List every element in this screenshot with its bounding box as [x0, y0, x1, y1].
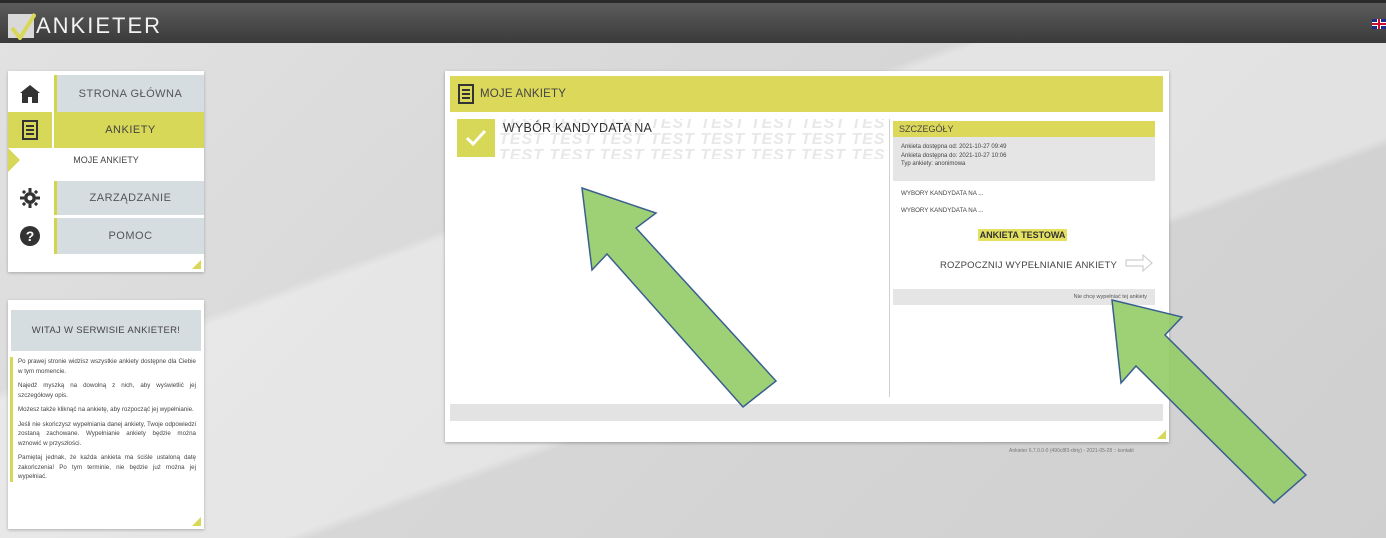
nav-subitem-my-surveys[interactable]: MOJE ANKIETY — [8, 148, 204, 172]
test-survey-text: ANKIETA TESTOWA — [977, 229, 1068, 241]
help-icon: ? — [8, 218, 52, 254]
top-bar: ANKIETER — [0, 0, 1386, 43]
panel-footer — [450, 404, 1163, 421]
welcome-paragraph: Pamiętaj jednak, że każda ankieta ma ści… — [18, 454, 196, 480]
logo-text: ANKIETER — [36, 13, 163, 38]
document-list-icon — [458, 84, 474, 104]
survey-details: SZCZEGÓŁY Ankieta dostępna od: 2021-10-2… — [889, 119, 1155, 397]
details-line: WYBORY KANDYDATA NA ... — [901, 190, 984, 197]
logo-check-icon — [8, 12, 36, 40]
available-from: 2021-10-27 09:49 — [959, 144, 1007, 150]
resize-corner-icon — [192, 517, 201, 526]
nav-item-home[interactable]: STRONA GŁÓWNA — [8, 75, 204, 112]
my-surveys-panel: MOJE ANKIETY TEST TEST TEST TEST TEST TE… — [445, 71, 1169, 442]
meta-label: Typ ankiety: — [901, 161, 934, 167]
check-icon — [457, 119, 495, 157]
welcome-title: WITAJ W SERWISIE ANKIETER! — [11, 310, 201, 351]
chevron-right-icon — [8, 148, 20, 172]
resize-corner-icon — [1157, 430, 1166, 439]
welcome-panel: WITAJ W SERWISIE ANKIETER! Po prawej str… — [8, 300, 204, 529]
logo[interactable]: ANKIETER — [8, 12, 163, 40]
nav-item-surveys[interactable]: ANKIETY — [8, 112, 204, 148]
welcome-paragraph: Jeśli nie skończysz wypełniania danej an… — [18, 420, 196, 447]
panel-title: MOJE ANKIETY — [480, 88, 567, 100]
uk-flag-icon[interactable] — [1372, 19, 1386, 29]
arrow-right-icon — [1125, 253, 1153, 277]
decline-survey-link[interactable]: Nie chcę wypełniać tej ankiety — [893, 289, 1155, 305]
test-survey-label: ANKIETA TESTOWA — [890, 229, 1155, 241]
survey-title: WYBÓR KANDYDATA NA — [503, 121, 652, 135]
nav-item-label: POMOC — [54, 218, 204, 254]
welcome-paragraph: Po prawej stronie widzisz wszystkie anki… — [18, 358, 196, 375]
nav-item-help[interactable]: ? POMOC — [8, 218, 204, 254]
meta-label: Ankieta dostępna do: — [901, 152, 958, 159]
nav-subitem-label: MOJE ANKIETY — [73, 155, 139, 165]
gear-icon — [8, 181, 52, 215]
welcome-text: Po prawej stronie widzisz wszystkie anki… — [10, 357, 196, 482]
panel-header: MOJE ANKIETY — [450, 76, 1163, 112]
nav-item-label: ANKIETY — [54, 112, 204, 148]
survey-list-item[interactable]: TEST TEST TEST TEST TEST TEST TEST TEST … — [457, 119, 887, 159]
survey-type: anonimowa — [934, 161, 966, 167]
nav-item-label: ZARZĄDZANIE — [54, 181, 204, 215]
start-survey-label: ROZPOCZNIJ WYPEŁNIANIE ANKIETY — [939, 259, 1118, 271]
details-heading: SZCZEGÓŁY — [893, 121, 1155, 137]
document-list-icon — [8, 112, 52, 148]
details-meta: Ankieta dostępna od: 2021-10-27 09:49 An… — [893, 137, 1155, 181]
available-to: 2021-10-27 10:06 — [959, 152, 1007, 159]
version-footer: Ankieter 6.7.0.0-0 (490c8f3-dirty) - 202… — [1009, 448, 1134, 454]
meta-label: Ankieta dostępna od: — [901, 144, 958, 150]
details-line: WYBORY KANDYDATA NA ... — [901, 207, 984, 214]
home-icon — [8, 75, 52, 112]
nav-item-label: STRONA GŁÓWNA — [54, 75, 204, 112]
nav-item-management[interactable]: ZARZĄDZANIE — [8, 181, 204, 215]
main-navigation: STRONA GŁÓWNA ANKIETY MOJE ANKIETY ZARZĄ… — [8, 71, 204, 272]
test-watermark: TEST TEST TEST TEST TEST TEST TEST TEST — [499, 147, 887, 159]
resize-corner-icon — [192, 260, 201, 269]
start-survey-button[interactable]: ROZPOCZNIJ WYPEŁNIANIE ANKIETY — [890, 252, 1155, 278]
welcome-paragraph: Możesz także kliknąć na ankietę, aby roz… — [18, 406, 194, 413]
svg-text:?: ? — [26, 228, 35, 244]
welcome-paragraph: Najedź myszką na dowolną z nich, aby wyś… — [18, 382, 196, 399]
